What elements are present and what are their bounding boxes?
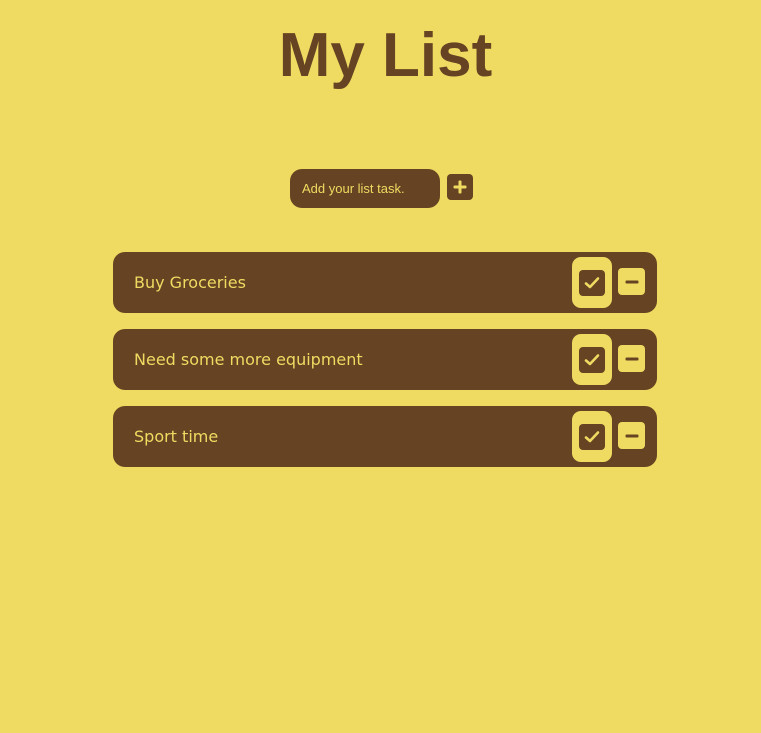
task-list: Buy Groceries Need some more equipment S…: [113, 252, 657, 483]
remove-task-button[interactable]: [618, 422, 645, 449]
check-icon: [584, 276, 600, 288]
task-input[interactable]: [290, 169, 440, 208]
add-task-button[interactable]: [447, 174, 473, 200]
minus-icon: [625, 357, 638, 360]
complete-task-button[interactable]: [572, 411, 612, 462]
add-task-form: [290, 169, 473, 208]
minus-icon: [625, 434, 638, 437]
task-label: Buy Groceries: [134, 273, 246, 292]
check-icon: [584, 353, 600, 365]
remove-task-button[interactable]: [618, 268, 645, 295]
remove-task-button[interactable]: [618, 345, 645, 372]
complete-task-button[interactable]: [572, 257, 612, 308]
plus-icon: [453, 180, 467, 194]
list-item: Need some more equipment: [113, 329, 657, 390]
task-label: Need some more equipment: [134, 350, 363, 369]
list-item: Buy Groceries: [113, 252, 657, 313]
complete-task-button[interactable]: [572, 334, 612, 385]
minus-icon: [625, 280, 638, 283]
check-icon: [584, 430, 600, 442]
checkbox[interactable]: [579, 346, 605, 373]
page: My List Buy Groceries: [0, 0, 761, 733]
task-label: Sport time: [134, 427, 219, 446]
checkbox[interactable]: [579, 269, 605, 296]
page-title: My List: [278, 21, 493, 90]
checkbox[interactable]: [579, 423, 605, 450]
list-item: Sport time: [113, 406, 657, 467]
